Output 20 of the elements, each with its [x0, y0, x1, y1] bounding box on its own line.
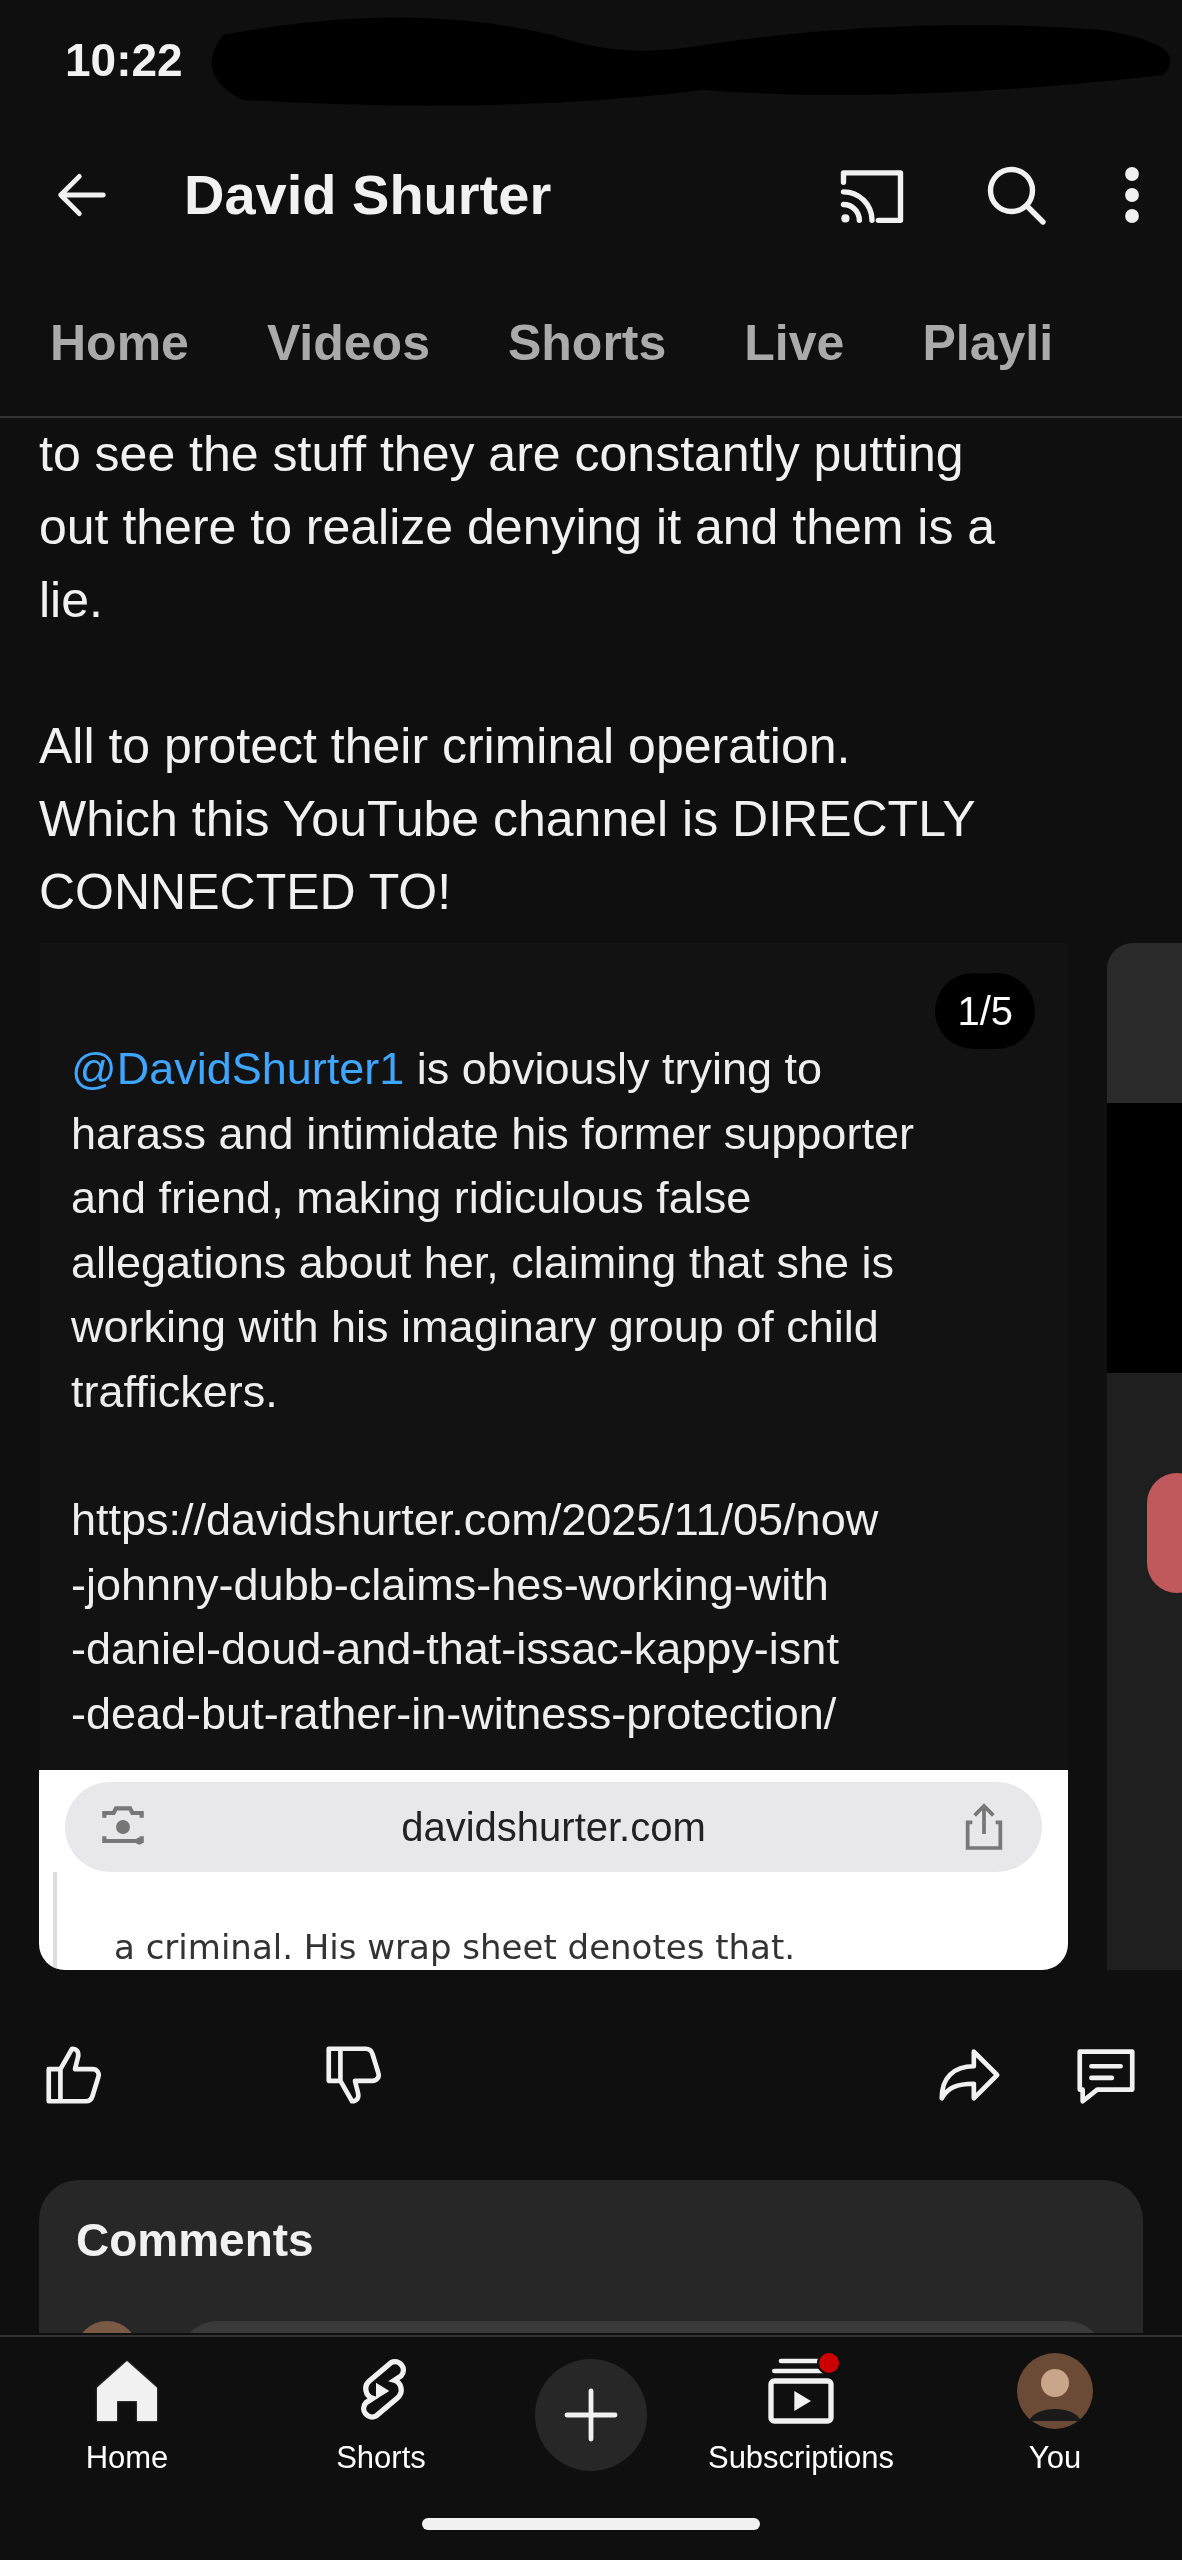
comments-title: Comments [76, 2213, 315, 2268]
channel-tab[interactable]: Shorts [507, 305, 667, 381]
webpage-text: a criminal. His wrap sheet denotes that. [53, 1872, 1068, 1970]
post-text: to see the stuff they are constantly putting out there to realize denying it and them is a lie. [38, 425, 997, 630]
channel-title: David Shurter [184, 162, 553, 228]
mention-link[interactable]: @DavidShurter1 [71, 1043, 405, 1094]
status-time: 10:22 [65, 32, 183, 88]
image-text: @DavidShurter1 is obviously trying to harass and intimidate his former supporter and friend, making ridiculous false allegations about her, claiming that she is working with his imaginary group of child traffickers. [70, 1042, 915, 1419]
nav-profile[interactable]: You [955, 2351, 1155, 2482]
channel-tab[interactable]: Videos [266, 305, 430, 381]
image-text: https://davidshurter.com/2025/11/05/now -johnny-dubb-claims-hes-working-with -daniel-doud-and-that-issac-kappy-isnt -dead-but-rather-in-witness-protection/ [70, 1493, 880, 1741]
post-text: All to protect their criminal operation. Which this YouTube channel is DIRECTLY CONNECTED TO! [38, 717, 977, 922]
nav-tab[interactable]: Shorts [281, 2351, 481, 2482]
nav-tab[interactable]: Subscriptions [701, 2351, 901, 2482]
nav-tab[interactable]: Home [27, 2351, 227, 2482]
browser-url: davidshurter.com [400, 1804, 707, 1851]
channel-tab[interactable]: Home [50, 305, 189, 381]
image-counter: 1/5 [935, 973, 1035, 1049]
channel-tab[interactable]: Playli [922, 305, 1054, 381]
channel-tab[interactable]: Live [744, 305, 845, 381]
